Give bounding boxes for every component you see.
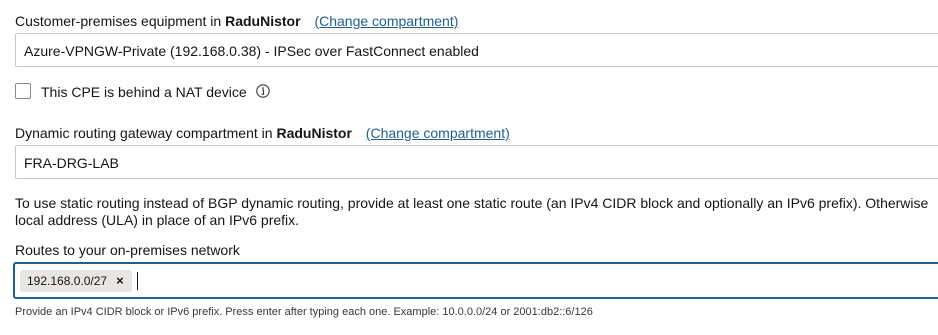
static-routing-help-text: To use static routing instead of BGP dyn… [15, 195, 929, 228]
text-caret [137, 272, 138, 290]
routes-hint-text: Provide an IPv4 CIDR block or IPv6 prefi… [15, 306, 593, 318]
create-ipsec-connection-form: Customer-premises equipment in RaduNisto… [0, 0, 938, 335]
route-chip-remove-icon[interactable]: × [116, 270, 124, 292]
route-chip: 192.168.0.0/27 × [20, 270, 132, 292]
cpe-label-row: Customer-premises equipment in RaduNisto… [15, 12, 458, 30]
drg-label-row: Dynamic routing gateway compartment in R… [15, 124, 510, 142]
nat-checkbox-label[interactable]: This CPE is behind a NAT device [41, 83, 247, 101]
cpe-compartment-name: RaduNistor [225, 13, 301, 29]
cpe-select-value: Azure-VPNGW-Private (192.168.0.38) - IPS… [24, 43, 479, 59]
cpe-change-compartment-link[interactable]: (Change compartment) [314, 13, 458, 29]
routes-label: Routes to your on-premises network [15, 242, 240, 258]
routes-input[interactable]: 192.168.0.0/27 × [13, 262, 938, 299]
drg-select[interactable]: FRA-DRG-LAB [15, 145, 938, 179]
drg-compartment-name: RaduNistor [276, 125, 352, 141]
cpe-label: Customer-premises equipment in [15, 13, 222, 29]
drg-change-compartment-link[interactable]: (Change compartment) [366, 125, 510, 141]
cpe-select[interactable]: Azure-VPNGW-Private (192.168.0.38) - IPS… [15, 33, 938, 67]
route-chip-label: 192.168.0.0/27 [27, 274, 108, 288]
drg-select-value: FRA-DRG-LAB [24, 155, 119, 171]
nat-checkbox[interactable] [15, 83, 31, 99]
drg-label: Dynamic routing gateway compartment in [15, 125, 273, 141]
info-icon[interactable] [256, 84, 270, 98]
